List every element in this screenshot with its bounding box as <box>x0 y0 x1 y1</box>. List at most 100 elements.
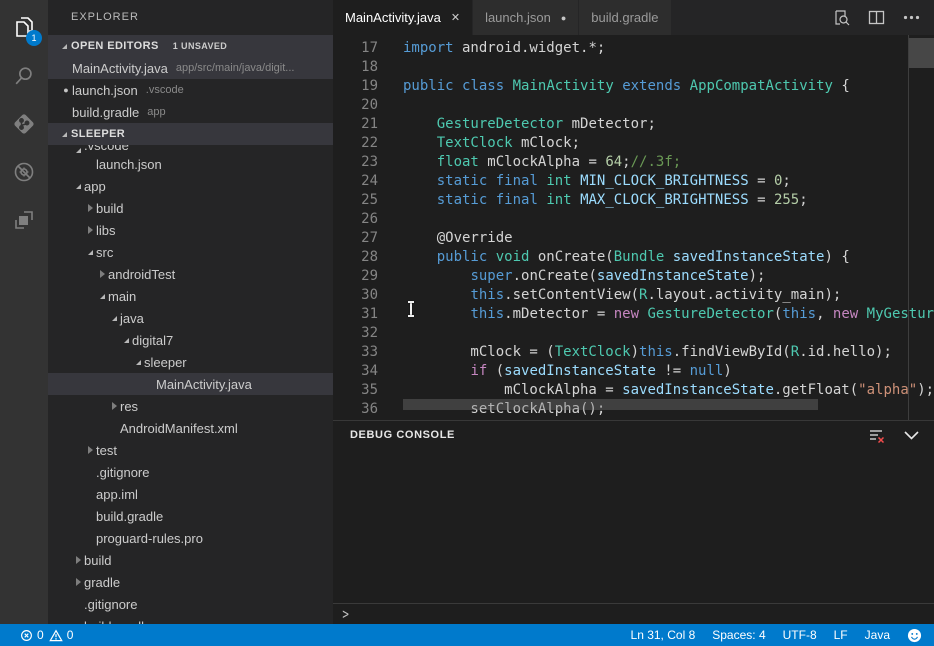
source-control-icon <box>11 111 37 137</box>
tree-item-gradle[interactable]: gradle <box>48 571 333 593</box>
tree-item-androidtest[interactable]: androidTest <box>48 263 333 285</box>
code-editor[interactable]: 17import android.widget.*;1819public cla… <box>333 35 934 420</box>
tree-item-build-gradle[interactable]: build.gradle <box>48 505 333 527</box>
tree-item-mainactivity-java[interactable]: MainActivity.java <box>48 373 333 395</box>
line-number: 27 <box>333 229 403 248</box>
tree-item-main[interactable]: main <box>48 285 333 307</box>
twisty-collapsed-icon <box>84 446 96 454</box>
chevron-expanded-icon <box>112 316 117 321</box>
tree-item-label: app <box>84 179 106 194</box>
tree-item-label: build.gradle <box>96 509 163 524</box>
tree-item-src[interactable]: src <box>48 241 333 263</box>
panel-actions <box>868 427 920 444</box>
tree-item-build-gradle[interactable]: build.gradle <box>48 615 333 624</box>
split-editor-button[interactable] <box>868 10 885 25</box>
line-number: 26 <box>333 210 403 229</box>
tab-launch-json[interactable]: launch.json● <box>473 0 579 35</box>
tree-item-androidmanifest-xml[interactable]: AndroidManifest.xml <box>48 417 333 439</box>
open-editor-mainactivity-java[interactable]: MainActivity.javaapp/src/main/java/digit… <box>48 57 333 79</box>
tree-item-app[interactable]: app <box>48 175 333 197</box>
tree-item-label: .vscode <box>84 145 129 153</box>
twisty-expanded-icon <box>120 338 132 343</box>
open-preview-button[interactable] <box>833 9 850 26</box>
tree-item-label: sleeper <box>144 355 187 370</box>
status-bar: 0 0 Ln 31, Col 8 Spaces: 4 UTF-8 LF Java <box>0 624 934 646</box>
status-language-mode[interactable]: Java <box>865 628 890 642</box>
close-icon[interactable]: ✕ <box>451 11 460 24</box>
feedback-smiley-button[interactable] <box>907 628 922 643</box>
status-eol[interactable]: LF <box>834 628 848 642</box>
tab-mainactivity-java[interactable]: MainActivity.java✕ <box>333 0 473 35</box>
warning-indicator[interactable]: 0 <box>49 628 74 642</box>
editor-vertical-scrollbar[interactable] <box>909 38 934 68</box>
tree-item-app-iml[interactable]: app.iml <box>48 483 333 505</box>
tab-build-gradle[interactable]: build.gradle <box>579 0 671 35</box>
debug-console-input[interactable]: > <box>333 603 934 624</box>
open-editor-build-gradle[interactable]: build.gradleapp <box>48 101 333 123</box>
tree-item-label: res <box>120 399 138 414</box>
line-number: 20 <box>333 96 403 115</box>
code-line-25: 25 static final int MAX_CLOCK_BRIGHTNESS… <box>333 191 934 210</box>
tree-item-build[interactable]: build <box>48 197 333 219</box>
tree-item-build[interactable]: build <box>48 549 333 571</box>
search-icon <box>12 64 36 88</box>
open-editor-description: .vscode <box>146 84 184 96</box>
open-editor-description: app/src/main/java/digit... <box>176 62 295 74</box>
tabs: MainActivity.java✕launch.json●build.grad… <box>333 0 672 35</box>
line-number: 17 <box>333 39 403 58</box>
twisty-collapsed-icon <box>84 204 96 212</box>
activity-bar-item-debug-icon[interactable] <box>0 148 48 196</box>
panel-title-debug-console[interactable]: DEBUG CONSOLE <box>350 429 455 441</box>
problems-status[interactable]: 0 0 <box>10 628 73 642</box>
editor-horizontal-scrollbar[interactable] <box>403 399 818 410</box>
extensions-icon <box>11 207 37 233</box>
code-line-28: 28 public void onCreate(Bundle savedInst… <box>333 248 934 267</box>
folder-section-header[interactable]: SLEEPER <box>48 123 333 145</box>
editor-actions <box>833 0 934 35</box>
clear-console-button[interactable] <box>868 427 885 444</box>
tree-item-sleeper[interactable]: sleeper <box>48 351 333 373</box>
workbench: 1 EXPLORER OPEN EDITORS 1 UNSAVED MainAc… <box>0 0 934 624</box>
more-actions-button[interactable] <box>903 15 920 20</box>
tree-item-libs[interactable]: libs <box>48 219 333 241</box>
twisty-expanded-icon <box>132 360 144 365</box>
activity-bar-item-search-icon[interactable] <box>0 52 48 100</box>
error-indicator[interactable]: 0 <box>20 628 44 642</box>
twisty-collapsed-icon <box>108 402 120 410</box>
status-encoding[interactable]: UTF-8 <box>783 628 817 642</box>
tree-item-test[interactable]: test <box>48 439 333 461</box>
activity-bar-item-files-icon[interactable]: 1 <box>0 4 48 52</box>
status-indentation[interactable]: Spaces: 4 <box>712 628 765 642</box>
status-cursor-position[interactable]: Ln 31, Col 8 <box>631 628 696 642</box>
tree-item-vscode[interactable]: .vscode <box>48 145 333 153</box>
open-editors-list: MainActivity.javaapp/src/main/java/digit… <box>48 57 333 123</box>
more-actions-icon <box>903 15 920 20</box>
tree-item-digital7[interactable]: digital7 <box>48 329 333 351</box>
open-editors-header[interactable]: OPEN EDITORS 1 UNSAVED <box>48 35 333 57</box>
twisty-collapsed-icon <box>72 556 84 564</box>
chevron-collapsed-icon <box>88 446 93 454</box>
code-line-30: 30 this.setContentView(R.layout.activity… <box>333 286 934 305</box>
tree-item-res[interactable]: res <box>48 395 333 417</box>
activity-bar-item-source-control-icon[interactable] <box>0 100 48 148</box>
tree-item-launch-json[interactable]: launch.json <box>48 153 333 175</box>
tree-item-java[interactable]: java <box>48 307 333 329</box>
code-line-text: float mClockAlpha = 64;//.3f; <box>403 153 681 172</box>
open-editor-label: build.gradle <box>72 105 139 120</box>
tree-item-gitignore[interactable]: .gitignore <box>48 593 333 615</box>
chevron-collapsed-icon <box>76 556 81 564</box>
tree-item-label: src <box>96 245 113 260</box>
twisty-expanded-icon <box>84 250 96 255</box>
chevron-expanded-icon <box>100 294 105 299</box>
open-editor-launch-json[interactable]: ●launch.json.vscode <box>48 79 333 101</box>
chevron-expanded-icon <box>136 360 141 365</box>
tree-item-proguard-rules-pro[interactable]: proguard-rules.pro <box>48 527 333 549</box>
collapse-panel-button[interactable] <box>903 430 920 441</box>
activity-bar-item-extensions-icon[interactable] <box>0 196 48 244</box>
code-line-27: 27 @Override <box>333 229 934 248</box>
chevron-collapsed-icon <box>88 226 93 234</box>
tree-item-label: launch.json <box>96 157 162 172</box>
tree-item-gitignore[interactable]: .gitignore <box>48 461 333 483</box>
line-number: 32 <box>333 324 403 343</box>
code-line-text: import android.widget.*; <box>403 39 605 58</box>
